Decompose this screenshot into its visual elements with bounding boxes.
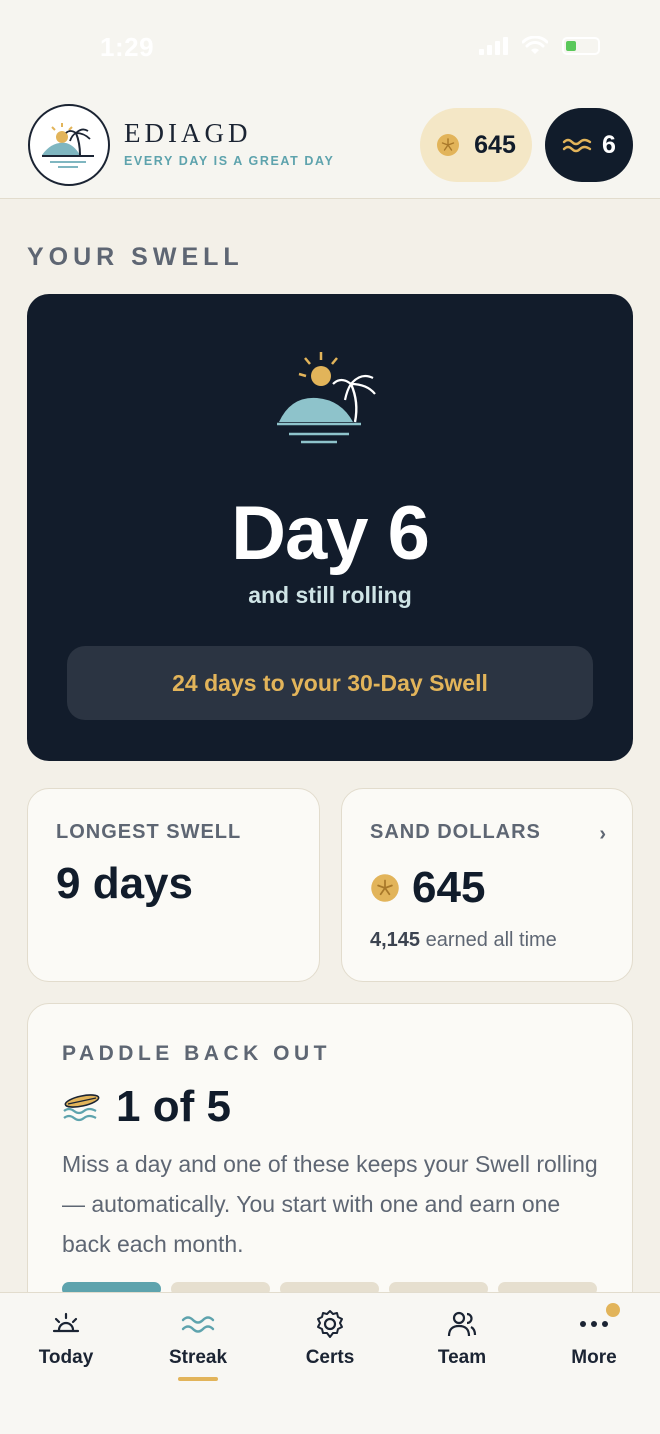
streak-count: 6	[602, 130, 616, 159]
surfboard-icon	[63, 1094, 100, 1122]
chevron-right-icon: ›	[599, 823, 606, 845]
earned-suffix: earned all time	[420, 929, 557, 951]
app-header: EDIAGD EVERY DAY IS A GREAT DAY 645 6	[0, 96, 660, 199]
brand-name: EDIAGD	[124, 118, 252, 148]
paddle-count-row: 1 of 5	[62, 1082, 231, 1132]
status-time: 1:29	[100, 32, 155, 62]
nav-label-more: More	[571, 1347, 617, 1368]
coins-count: 645	[474, 130, 516, 159]
sand-dollar-icon	[371, 874, 399, 902]
nav-label-certs: Certs	[305, 1347, 355, 1368]
active-tab-indicator	[178, 1377, 218, 1381]
bottom-navigation: Today Streak Certs Team More	[0, 1292, 660, 1434]
nav-team[interactable]: Team	[396, 1307, 528, 1369]
brand-logo[interactable]	[28, 104, 110, 186]
goal-banner: 24 days to your 30-Day Swell	[67, 646, 593, 720]
battery-icon	[562, 37, 600, 55]
sunrise-icon	[52, 1312, 80, 1333]
team-icon	[447, 1311, 477, 1337]
longest-swell-value: 9 days	[56, 859, 193, 908]
nav-label-streak: Streak	[168, 1347, 228, 1368]
sand-dollar-icon	[437, 134, 460, 156]
signal-icon	[479, 37, 508, 55]
paddle-label: PADDLE BACK OUT	[62, 1042, 331, 1065]
island-hero-icon	[275, 346, 385, 455]
paddle-count: 1 of 5	[116, 1082, 231, 1131]
nav-label-today: Today	[38, 1347, 94, 1368]
gear-icon	[317, 1310, 343, 1338]
wifi-icon	[522, 36, 548, 54]
island-logo-icon	[42, 123, 94, 168]
paddle-description: Miss a day and one of these keeps your S…	[62, 1151, 598, 1257]
swell-hero-card: Day 6 and still rolling 24 days to your …	[27, 294, 633, 761]
waves-icon	[181, 1316, 215, 1333]
hero-subtitle: and still rolling	[248, 582, 412, 608]
longest-swell-card: LONGEST SWELL 9 days	[27, 788, 320, 982]
sand-dollars-value-row: 645	[370, 863, 485, 913]
nav-today[interactable]: Today	[0, 1307, 132, 1369]
sand-dollars-earned: 4,145 earned all time	[370, 929, 557, 952]
waves-icon	[562, 138, 592, 153]
longest-swell-label: LONGEST SWELL	[56, 821, 242, 843]
nav-more[interactable]: More	[528, 1303, 660, 1369]
earned-total: 4,145	[370, 929, 421, 951]
status-icons	[479, 36, 600, 56]
status-bar: 1:29	[0, 0, 660, 96]
sand-dollar-balance-pill[interactable]: 645	[420, 108, 532, 182]
streak-pill[interactable]: 6	[545, 108, 633, 182]
brand-tagline: EVERY DAY IS A GREAT DAY	[124, 154, 335, 168]
more-dots-icon	[580, 1321, 608, 1327]
sand-dollars-value: 645	[412, 863, 486, 912]
current-day: Day 6	[231, 491, 430, 576]
section-title: YOUR SWELL	[27, 243, 244, 271]
nav-certs[interactable]: Certs	[264, 1307, 396, 1369]
nav-label-team: Team	[437, 1347, 487, 1368]
nav-streak[interactable]: Streak	[132, 1307, 264, 1381]
sand-dollars-card[interactable]: SAND DOLLARS › 645 4,145 earned all time	[341, 788, 633, 982]
notification-dot	[606, 1303, 620, 1317]
sand-dollars-label: SAND DOLLARS	[370, 821, 541, 843]
